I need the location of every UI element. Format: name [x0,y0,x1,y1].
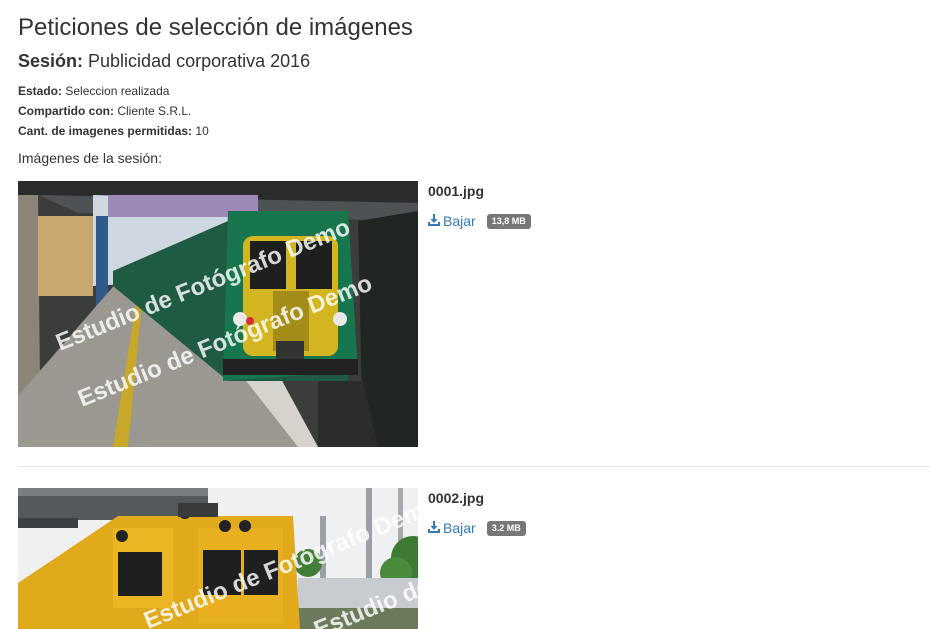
status-row: Estado: Seleccion realizada [18,84,169,98]
train-photo-2: Estudio de Fotógrafo Demo Estudio de Fot… [18,488,418,629]
image-thumbnail[interactable]: Estudio de Fotógrafo Demo Estudio de Fot… [18,181,418,447]
image-thumbnail[interactable]: Estudio de Fotógrafo Demo Estudio de Fot… [18,488,418,629]
download-icon [428,213,440,229]
session-label: Sesión: [18,51,84,71]
shared-row: Compartido con: Cliente S.R.L. [18,104,191,118]
download-label: Bajar [443,213,476,229]
file-size-badge: 13,8 MB [486,213,531,229]
session-heading: Sesión: Publicidad corporativa 2016 [18,51,310,72]
session-name: Publicidad corporativa 2016 [88,51,311,71]
images-section-label: Imágenes de la sesión: [18,150,162,166]
shared-value: Cliente S.R.L. [117,104,192,118]
status-value: Seleccion realizada [65,84,170,98]
item-separator [18,466,930,467]
image-info: 0002.jpg Bajar 3.2 MB [428,490,526,536]
shared-label: Compartido con: [18,104,114,118]
image-filename: 0002.jpg [428,490,485,506]
image-filename: 0001.jpg [428,183,485,199]
image-actions: Bajar 13,8 MB [428,213,531,229]
count-value: 10 [195,124,209,138]
download-icon [428,520,440,536]
file-size-badge: 3.2 MB [486,520,526,536]
status-label: Estado: [18,84,63,98]
train-photo-1: Estudio de Fotógrafo Demo Estudio de Fot… [18,181,418,447]
image-info: 0001.jpg Bajar 13,8 MB [428,183,531,229]
download-link[interactable]: Bajar [428,520,476,536]
page-title: Peticiones de selección de imágenes [18,14,413,41]
count-label: Cant. de imagenes permitidas: [18,124,193,138]
image-item: Estudio de Fotógrafo Demo Estudio de Fot… [18,488,930,629]
image-item: Estudio de Fotógrafo Demo Estudio de Fot… [18,181,930,447]
download-link[interactable]: Bajar [428,213,476,229]
count-row: Cant. de imagenes permitidas: 10 [18,124,209,138]
download-label: Bajar [443,520,476,536]
image-actions: Bajar 3.2 MB [428,520,526,536]
